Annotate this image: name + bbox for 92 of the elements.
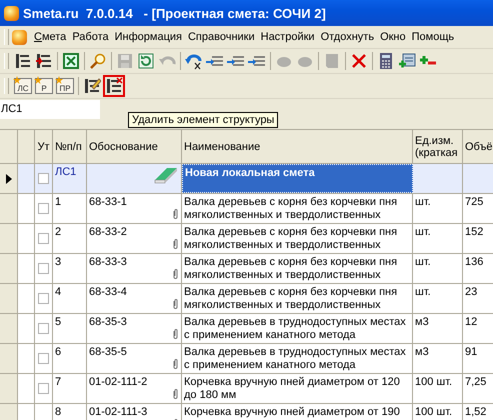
menu-item[interactable]: Смета bbox=[31, 31, 70, 43]
menu-item[interactable]: Настройки bbox=[258, 31, 318, 43]
table-cell: 2 bbox=[55, 226, 62, 238]
table-cell: 1 bbox=[55, 196, 62, 208]
column-header[interactable]: Ед.изм. (краткая bbox=[413, 130, 463, 163]
table-cell: 68-33-4 bbox=[89, 286, 127, 298]
table-cell: 4 bbox=[55, 286, 62, 298]
table-cell: 01-02-111-3 bbox=[89, 406, 148, 418]
table-cell: 91 bbox=[465, 346, 478, 358]
checkbox[interactable] bbox=[38, 383, 49, 394]
checkbox[interactable] bbox=[38, 323, 49, 334]
menu-item[interactable]: Информация bbox=[112, 31, 185, 43]
paperclip-icon bbox=[173, 359, 178, 369]
column-header[interactable]: Обоснование bbox=[87, 130, 182, 163]
row-header[interactable] bbox=[0, 164, 18, 193]
table-cell: 5 bbox=[55, 316, 62, 328]
table-cell: 01-02-111-2 bbox=[89, 376, 148, 388]
app-logo-icon bbox=[4, 6, 19, 20]
paperclip-icon bbox=[173, 299, 178, 309]
table-cell-text: Валка деревьев в труднодоступных местах с применением канатного метода bbox=[184, 346, 407, 371]
column-header[interactable]: №п/п bbox=[53, 130, 87, 163]
checkbox[interactable] bbox=[38, 203, 49, 214]
table-cell: 23 bbox=[465, 286, 478, 298]
star-icon bbox=[55, 76, 63, 84]
star-icon bbox=[34, 76, 42, 84]
table-cell-text: Валка деревьев в труднодоступных местах с применением канатного метода bbox=[184, 316, 407, 341]
tree-edit-icon[interactable] bbox=[82, 76, 102, 96]
table-cell: м3 bbox=[415, 346, 429, 358]
table-cell: 3 bbox=[55, 256, 62, 268]
paperclip-icon bbox=[173, 209, 178, 219]
table-cell: 7,25 bbox=[465, 376, 486, 388]
table-cell: 8 bbox=[55, 406, 62, 418]
table-cell: 68-33-3 bbox=[89, 256, 127, 268]
search-icon[interactable] bbox=[88, 51, 108, 71]
path-field[interactable]: ЛС1 bbox=[0, 100, 100, 118]
table-cell: 68-33-2 bbox=[89, 226, 127, 238]
table-cell-text: Валка деревьев с корня без корчевки пня мягколиственных и твердолиственных bbox=[184, 196, 398, 221]
table-cell: 6 bbox=[55, 346, 62, 358]
new-document-button[interactable]: ЛС bbox=[13, 76, 33, 96]
refresh-icon[interactable] bbox=[136, 51, 156, 71]
table-cell: Корчевка вручную пней диаметром от 190 bbox=[184, 406, 400, 418]
table-cell: 68-33-1 bbox=[89, 196, 127, 208]
table-cell: шт. bbox=[415, 226, 431, 238]
paperclip-icon bbox=[173, 329, 178, 339]
tree-delete-icon[interactable] bbox=[103, 75, 125, 97]
table-cell: 100 шт. bbox=[415, 406, 452, 418]
tree-list-icon[interactable] bbox=[13, 51, 33, 71]
checkbox[interactable] bbox=[38, 173, 49, 184]
new-document-button[interactable]: Р bbox=[34, 76, 54, 96]
app-logo-icon[interactable] bbox=[12, 30, 27, 44]
window-title: Smeta.ru 7.0.0.14 - [Проектная смета: СОЧИ 2] bbox=[23, 6, 326, 20]
checkbox[interactable] bbox=[38, 233, 49, 244]
star-icon bbox=[13, 76, 21, 84]
new-document-button[interactable]: ПР bbox=[55, 76, 75, 96]
table-cell: 68-35-3 bbox=[89, 316, 127, 328]
paperclip-icon bbox=[173, 269, 178, 279]
menu-item[interactable]: Справочники bbox=[184, 31, 258, 43]
book-icon bbox=[153, 166, 179, 184]
checkbox[interactable] bbox=[38, 293, 49, 304]
paperclip-icon bbox=[173, 239, 178, 249]
tree-insert-icon[interactable] bbox=[34, 51, 54, 71]
paperclip-icon bbox=[173, 389, 178, 399]
column-header[interactable]: Объё bbox=[463, 130, 493, 163]
column-header[interactable]: Ут bbox=[35, 130, 53, 163]
checkbox[interactable] bbox=[38, 263, 49, 274]
table-cell: 725 bbox=[465, 196, 484, 208]
table-cell: м3 bbox=[415, 316, 429, 328]
table-cell: Новая локальная смета bbox=[185, 167, 315, 179]
table-cell: шт. bbox=[415, 286, 431, 298]
table-cell: шт. bbox=[415, 196, 431, 208]
checkbox[interactable] bbox=[38, 353, 49, 364]
table-cell-text: Валка деревьев с корня без корчевки пня мягколиственных и твердолиственных bbox=[184, 256, 398, 281]
row-pointer-icon bbox=[6, 174, 12, 184]
menu-item[interactable]: Работа bbox=[69, 31, 112, 43]
tooltip: Удалить элемент структуры bbox=[128, 112, 278, 128]
table-cell: 152 bbox=[465, 226, 484, 238]
table-cell: 12 bbox=[465, 316, 478, 328]
table-cell: ЛС1 bbox=[55, 166, 76, 178]
table-cell: 136 bbox=[465, 256, 484, 268]
menu-item[interactable]: Окно bbox=[377, 31, 409, 43]
menu-item[interactable]: Помощь bbox=[408, 31, 458, 43]
table-cell: шт. bbox=[415, 256, 431, 268]
table-cell-text: Валка деревьев с корня без корчевки пня мягколиственных и твердолиственных bbox=[184, 226, 398, 251]
column-header[interactable]: Наименование bbox=[182, 130, 413, 163]
table-cell-text: Валка деревьев с корня без корчевки пня мягколиственных и твердолиственных bbox=[184, 286, 398, 311]
table-cell-text: Корчевка вручную пней диаметром от 120 до 180 мм bbox=[184, 376, 401, 401]
menu-item[interactable]: Отдохнуть bbox=[318, 31, 378, 43]
table-cell: 68-35-5 bbox=[89, 346, 127, 358]
table-cell: 7 bbox=[55, 376, 62, 388]
spreadsheet-icon[interactable] bbox=[61, 51, 81, 71]
table-cell: 1,52 bbox=[465, 406, 486, 418]
table-cell: 100 шт. bbox=[415, 376, 452, 388]
